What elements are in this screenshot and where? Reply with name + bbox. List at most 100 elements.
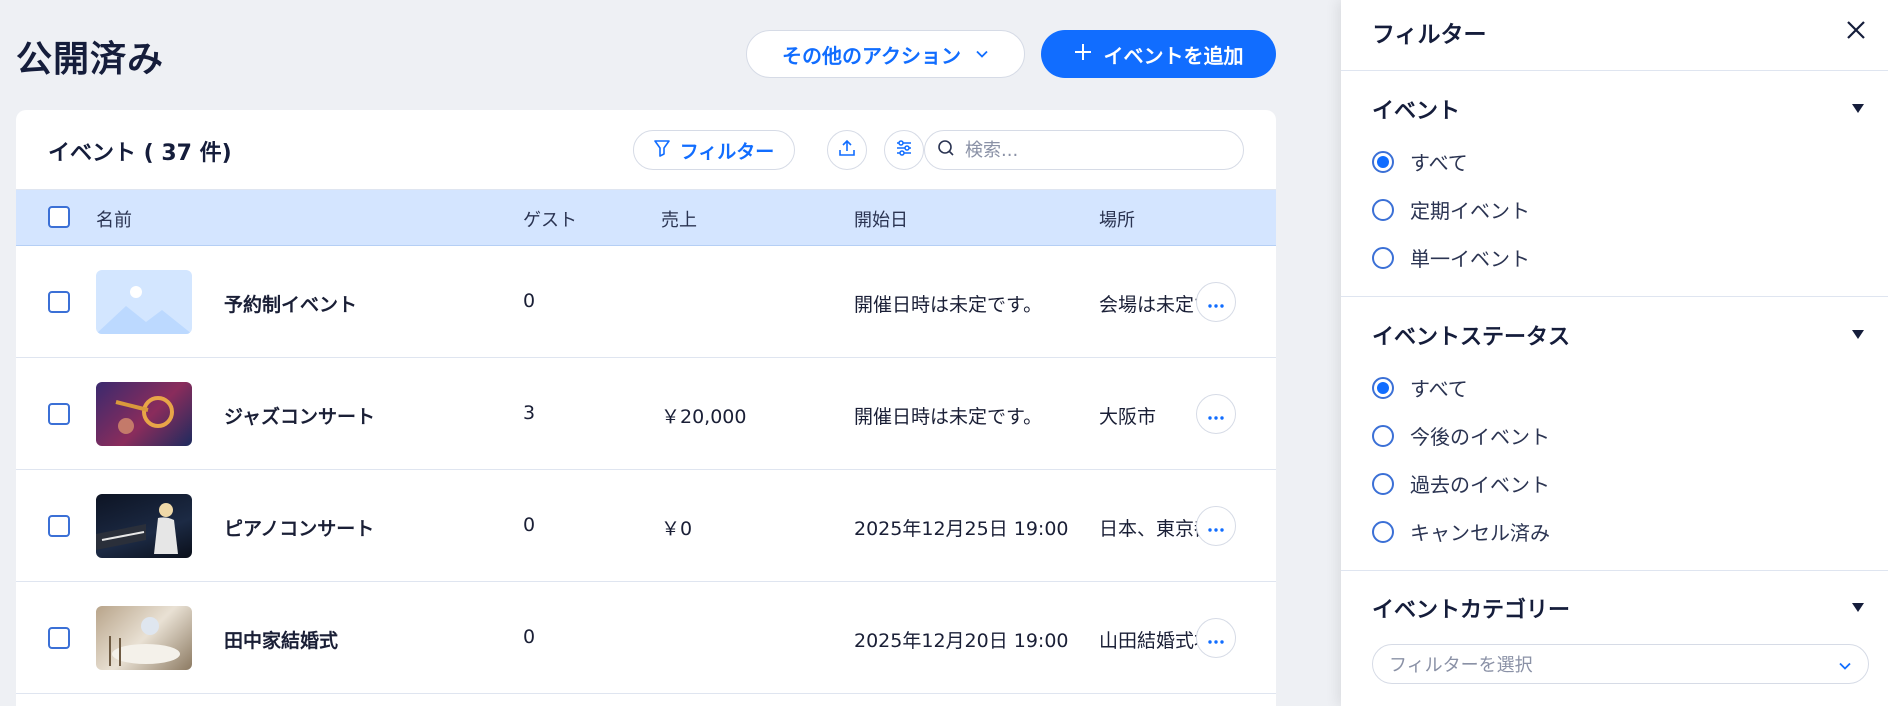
radio-option-all[interactable]: すべて — [1372, 147, 1468, 176]
event-image — [96, 494, 192, 558]
upload-icon — [838, 139, 856, 161]
events-count-title: イベント ( 37 件) — [48, 141, 232, 166]
radio-label: すべて — [1410, 377, 1468, 401]
category-select-placeholder: フィルターを選択 — [1389, 655, 1533, 676]
category-select[interactable]: フィルターを選択 — [1372, 644, 1869, 684]
radio-option-all[interactable]: すべて — [1372, 373, 1468, 402]
radio-button[interactable] — [1372, 198, 1394, 221]
radio-option-canceled[interactable]: キャンセル済み — [1372, 517, 1550, 546]
collapse-caret-icon[interactable] — [1852, 603, 1864, 612]
event-guests: 0 — [523, 290, 536, 312]
table-row[interactable]: ジャズコンサート 3 ￥20,000 開催日時は未定です。 大阪市 — [16, 358, 1276, 470]
customize-columns-button[interactable] — [884, 130, 924, 170]
row-more-button[interactable] — [1196, 506, 1236, 546]
column-header-start-date[interactable]: 開始日 — [854, 206, 908, 232]
filter-panel-title: フィルター — [1372, 22, 1487, 48]
event-guests: 0 — [523, 626, 536, 648]
search-box[interactable] — [924, 130, 1244, 170]
radio-label: すべて — [1410, 151, 1468, 175]
search-icon — [937, 139, 955, 161]
chevron-down-icon — [1838, 657, 1852, 678]
event-placeholder-image — [96, 270, 192, 334]
event-type-title: イベント — [1372, 99, 1461, 124]
more-dots-icon — [1208, 405, 1224, 424]
chevron-down-icon — [975, 42, 989, 66]
events-card-header: イベント ( 37 件) フィルター — [16, 110, 1276, 190]
export-button[interactable] — [827, 130, 867, 170]
collapse-caret-icon[interactable] — [1852, 104, 1864, 113]
row-checkbox[interactable] — [48, 403, 70, 425]
more-dots-icon — [1208, 629, 1224, 648]
event-status-title: イベントステータス — [1372, 325, 1571, 350]
radio-button[interactable] — [1372, 246, 1394, 269]
radio-button[interactable] — [1372, 376, 1394, 399]
row-more-button[interactable] — [1196, 394, 1236, 434]
table-row[interactable]: ピアノコンサート 0 ￥0 2025年12月25日 19:00 日本、東京都 — [16, 470, 1276, 582]
add-event-label: イベントを追加 — [1103, 43, 1244, 68]
event-type-section: イベント すべて 定期イベント 単一イベント — [1341, 71, 1888, 297]
event-start-date: 2025年12月25日 19:00 — [854, 518, 1069, 540]
filter-panel-header: フィルター — [1341, 0, 1888, 71]
event-start-date: 2025年12月20日 19:00 — [854, 630, 1069, 652]
radio-label: 今後のイベント — [1410, 425, 1550, 449]
radio-label: 定期イベント — [1410, 199, 1530, 223]
event-location: 会場は未定です — [1099, 294, 1205, 316]
event-start-date: 開催日時は未定です。 — [854, 406, 1043, 428]
event-sales: ￥20,000 — [661, 406, 747, 428]
table-row[interactable]: 予約制イベント 0 開催日時は未定です。 会場は未定です — [16, 246, 1276, 358]
row-checkbox[interactable] — [48, 291, 70, 313]
events-card: イベント ( 37 件) フィルター 名前 ゲスト — [16, 110, 1276, 706]
radio-option-recurring[interactable]: 定期イベント — [1372, 195, 1530, 224]
table-row[interactable]: 田中家結婚式 0 2025年12月20日 19:00 山田結婚式場 — [16, 582, 1276, 694]
add-event-button[interactable]: イベントを追加 — [1041, 30, 1276, 78]
collapse-caret-icon[interactable] — [1852, 330, 1864, 339]
column-header-name[interactable]: 名前 — [96, 206, 132, 232]
funnel-icon — [653, 139, 670, 162]
radio-option-upcoming[interactable]: 今後のイベント — [1372, 421, 1550, 450]
radio-label: 過去のイベント — [1410, 473, 1550, 497]
event-name[interactable]: 予約制イベント — [224, 290, 357, 317]
event-category-title: イベントカテゴリー — [1372, 598, 1571, 623]
radio-button[interactable] — [1372, 150, 1394, 173]
more-actions-label: その他のアクション — [782, 43, 961, 68]
column-header-sales[interactable]: 売上 — [661, 206, 697, 232]
event-sales: ￥0 — [661, 518, 693, 540]
radio-button[interactable] — [1372, 424, 1394, 447]
select-all-checkbox[interactable] — [48, 206, 70, 228]
row-more-button[interactable] — [1196, 618, 1236, 658]
page-title: 公開済み — [16, 39, 165, 80]
radio-option-past[interactable]: 過去のイベント — [1372, 469, 1550, 498]
plus-icon — [1074, 42, 1092, 66]
column-header-guests[interactable]: ゲスト — [523, 206, 577, 232]
close-icon[interactable] — [1844, 18, 1868, 42]
event-image — [96, 382, 192, 446]
filter-panel: フィルター イベント すべて 定期イベント 単一イベント イベントステータス す… — [1341, 0, 1888, 706]
more-actions-button[interactable]: その他のアクション — [746, 30, 1025, 78]
event-start-date: 開催日時は未定です。 — [854, 294, 1043, 316]
radio-button[interactable] — [1372, 472, 1394, 495]
more-dots-icon — [1208, 293, 1224, 312]
radio-label: キャンセル済み — [1410, 521, 1550, 545]
table-header: 名前 ゲスト 売上 開始日 場所 — [16, 190, 1276, 246]
radio-button[interactable] — [1372, 520, 1394, 543]
column-header-location[interactable]: 場所 — [1099, 206, 1135, 232]
event-guests: 3 — [523, 402, 536, 424]
radio-label: 単一イベント — [1410, 247, 1530, 271]
event-guests: 0 — [523, 514, 536, 536]
event-name[interactable]: ピアノコンサート — [224, 514, 374, 541]
event-name[interactable]: ジャズコンサート — [224, 402, 375, 429]
more-dots-icon — [1208, 517, 1224, 536]
sliders-icon — [895, 139, 913, 161]
row-checkbox[interactable] — [48, 627, 70, 649]
event-status-section: イベントステータス すべて 今後のイベント 過去のイベント キャンセル済み — [1341, 297, 1888, 571]
event-image — [96, 606, 192, 670]
event-location: 大阪市 — [1099, 406, 1157, 428]
search-input[interactable] — [965, 139, 1225, 161]
row-more-button[interactable] — [1196, 282, 1236, 322]
event-location: 山田結婚式場 — [1099, 630, 1205, 652]
event-name[interactable]: 田中家結婚式 — [224, 626, 338, 653]
filter-button[interactable]: フィルター — [633, 130, 795, 170]
event-location: 日本、東京都 — [1099, 518, 1205, 540]
row-checkbox[interactable] — [48, 515, 70, 537]
radio-option-single[interactable]: 単一イベント — [1372, 243, 1530, 272]
